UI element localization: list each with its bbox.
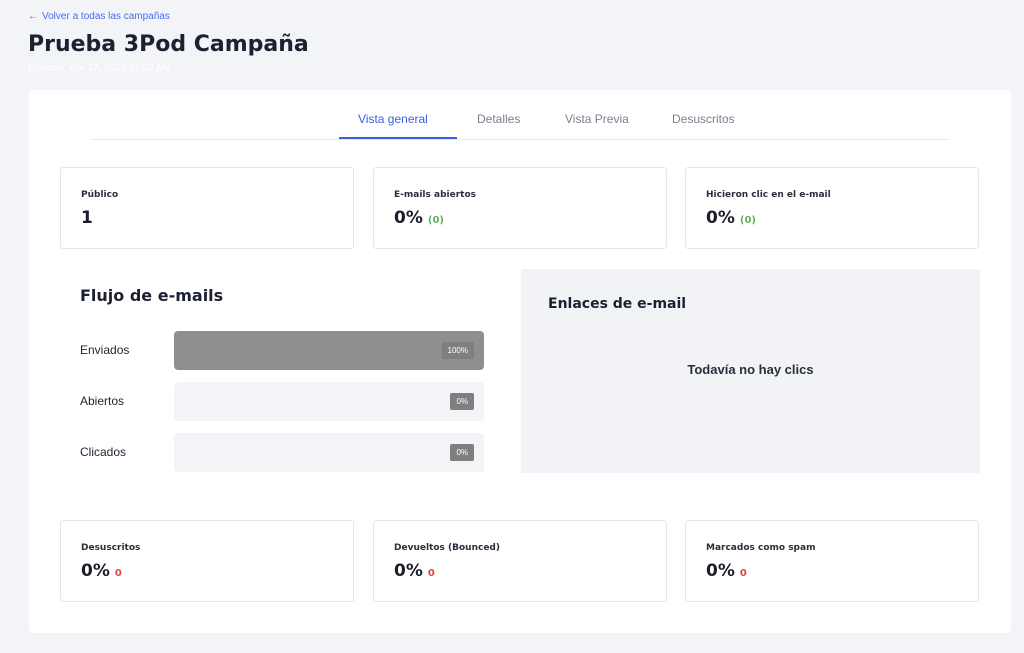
tab-overview[interactable]: Vista general [358,112,428,126]
campaign-report-card: Vista general Detalles Vista Previa Desu… [29,90,1011,633]
stat-delta: 0 [114,568,122,579]
tab-details[interactable]: Detalles [477,112,520,126]
stat-value: 0% 0 [394,561,435,581]
stat-label: Marcados como spam [706,543,816,553]
flow-label-clicked: Clicados [80,445,127,459]
stat-delta: (0) [739,215,756,226]
back-to-campaigns-link[interactable]: ← Volver a todas las campañas [28,11,170,22]
stat-delta: (0) [427,215,444,226]
stat-value: 1 [81,208,93,228]
stat-card-opened: E-mails abiertos 0% (0) [373,167,667,249]
stat-value: 0% (0) [394,208,444,228]
back-link-label: Volver a todas las campañas [42,11,170,22]
email-links-empty-state: Todavía no hay clics [687,362,814,377]
flow-bar-percent: 0% [450,393,474,410]
flow-bar-sent: 100% [174,331,484,370]
flow-bar-opened: 0% [174,382,484,421]
stat-value: 0% (0) [706,208,756,228]
tab-bar: Vista general Detalles Vista Previa Desu… [91,90,948,140]
stat-label: E-mails abiertos [394,190,476,200]
tab-preview[interactable]: Vista Previa [565,112,629,126]
stat-delta: 0 [739,568,747,579]
flow-bar-percent: 100% [441,342,474,359]
flow-bar-clicked: 0% [174,433,484,472]
page-title: Prueba 3Pod Campaña [28,32,309,57]
tab-unsubscribed[interactable]: Desuscritos [672,112,735,126]
stat-value: 0% 0 [81,561,122,581]
flow-bar-percent: 0% [450,444,474,461]
flow-bar-fill [174,331,484,370]
arrow-left-icon: ← [28,11,38,22]
sent-date: Enviado: Abr 17, 2023 11:03 AM [28,63,171,74]
flow-label-sent: Enviados [80,343,130,357]
email-flow-title: Flujo de e-mails [80,286,224,305]
stat-label: Devueltos (Bounced) [394,543,500,553]
active-tab-indicator [339,137,457,139]
stat-label: Desuscritos [81,543,141,553]
stat-value: 0% 0 [706,561,747,581]
stat-card-unsubscribed: Desuscritos 0% 0 [60,520,354,602]
stat-label: Hicieron clic en el e-mail [706,190,831,200]
stat-card-spam: Marcados como spam 0% 0 [685,520,979,602]
stat-card-audience: Público 1 [60,167,354,249]
stat-card-clicked: Hicieron clic en el e-mail 0% (0) [685,167,979,249]
stat-card-bounced: Devueltos (Bounced) 0% 0 [373,520,667,602]
stat-delta: 0 [427,568,435,579]
email-links-panel: Enlaces de e-mail Todavía no hay clics [521,269,980,473]
flow-label-opened: Abiertos [80,394,125,408]
stat-label: Público [81,190,119,200]
email-links-title: Enlaces de e-mail [548,296,687,312]
